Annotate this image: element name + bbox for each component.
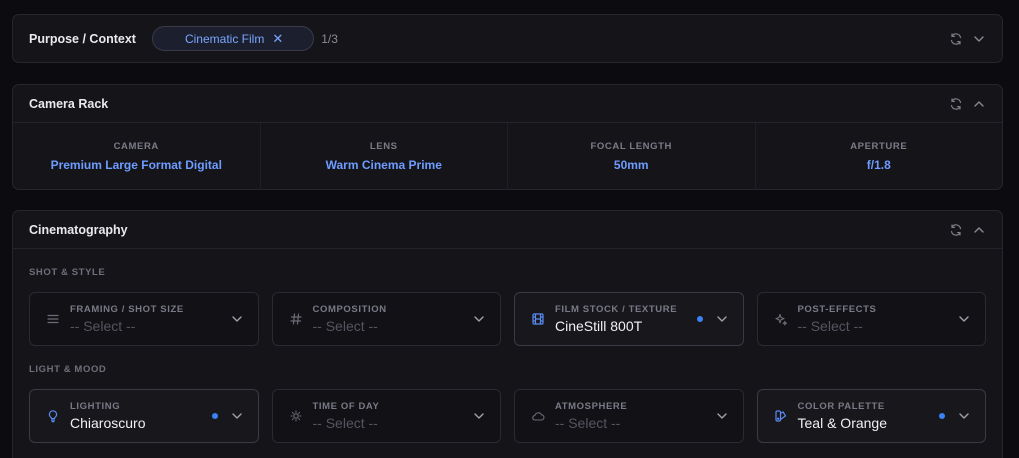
framing-select[interactable]: FRAMING / SHOT SIZE -- Select -- [29, 292, 259, 346]
chevron-down-icon [957, 312, 971, 326]
cinematography-header[interactable]: Cinematography [13, 211, 1002, 248]
chevron-down-icon [472, 409, 486, 423]
rack-cell-focal-length[interactable]: FOCAL LENGTH 50mm [508, 123, 756, 190]
post-effects-select[interactable]: POST-EFFECTS -- Select -- [756, 292, 986, 346]
select-label: FRAMING / SHOT SIZE [70, 304, 184, 315]
camera-rack-header[interactable]: Camera Rack [13, 85, 1002, 122]
rack-value: f/1.8 [866, 158, 891, 172]
sparkle-icon [774, 312, 788, 326]
chevron-down-icon [957, 409, 971, 423]
select-label: FILM STOCK / TEXTURE [555, 304, 678, 315]
select-value: -- Select -- [312, 318, 378, 334]
rack-cell-aperture[interactable]: APERTURE f/1.8 [756, 123, 1003, 190]
rack-label: APERTURE [850, 141, 908, 152]
select-label: TIME OF DAY [312, 401, 380, 412]
hash-icon [289, 312, 303, 326]
selected-indicator-dot [696, 316, 703, 322]
chevron-down-icon [230, 409, 244, 423]
shot-style-row: FRAMING / SHOT SIZE -- Select -- COMPOSI… [13, 292, 1002, 346]
camera-rack: CAMERA Premium Large Format Digital LENS… [13, 123, 1002, 190]
chevron-down-icon [715, 409, 729, 423]
section-label-shot-style: SHOT & STYLE [29, 267, 106, 278]
panel-title: Cinematography [29, 222, 128, 237]
time-of-day-select[interactable]: TIME OF DAY -- Select -- [271, 389, 501, 443]
select-value: -- Select -- [70, 318, 136, 334]
menu-lines-icon [46, 312, 60, 326]
panel-title: Purpose / Context [29, 31, 136, 46]
chevron-down-icon [715, 312, 729, 326]
purpose-chip[interactable]: Cinematic Film ✕ [151, 26, 315, 51]
chevron-down-icon [230, 312, 244, 326]
rack-value: 50mm [613, 158, 649, 172]
select-value: Chiaroscuro [70, 415, 146, 431]
rack-value: Warm Cinema Prime [325, 158, 442, 172]
select-label: ATMOSPHERE [555, 401, 628, 412]
chevron-up-icon[interactable] [972, 223, 986, 237]
composition-select[interactable]: COMPOSITION -- Select -- [271, 292, 501, 346]
rack-label: LENS [369, 141, 398, 152]
chevron-up-icon[interactable] [972, 97, 986, 111]
select-value: -- Select -- [797, 318, 863, 334]
chip-label: Cinematic Film [184, 31, 265, 46]
film-stock-select[interactable]: FILM STOCK / TEXTURE CineStill 800T [514, 292, 744, 346]
rack-cell-lens[interactable]: LENS Warm Cinema Prime [261, 123, 508, 190]
select-value: CineStill 800T [555, 318, 643, 334]
select-value: -- Select -- [555, 415, 621, 431]
palette-icon [774, 409, 788, 423]
rack-value: Premium Large Format Digital [50, 158, 222, 172]
sun-icon [289, 409, 303, 423]
purpose-context-header[interactable]: Purpose / Context Cinematic Film ✕ 1/3 [13, 15, 1002, 62]
film-icon [531, 312, 545, 326]
selected-indicator-dot [211, 413, 218, 419]
panel-title: Camera Rack [29, 96, 109, 111]
chevron-down-icon [472, 312, 486, 326]
camera-rack-panel: Camera Rack CAMERA Premium Large Format … [12, 84, 1003, 190]
refresh-icon[interactable] [949, 97, 963, 111]
chevron-down-icon[interactable] [972, 32, 986, 46]
section-label-light-mood: LIGHT & MOOD [29, 364, 107, 375]
color-palette-select[interactable]: COLOR PALETTE Teal & Orange [756, 389, 986, 443]
refresh-icon[interactable] [949, 32, 963, 46]
select-label: COMPOSITION [312, 304, 387, 315]
select-label: POST-EFFECTS [797, 304, 877, 315]
selected-indicator-dot [939, 413, 945, 419]
select-label: LIGHTING [70, 401, 121, 412]
atmosphere-select[interactable]: ATMOSPHERE -- Select -- [514, 389, 744, 443]
rack-label: FOCAL LENGTH [590, 141, 672, 152]
cloud-icon [531, 409, 545, 423]
close-icon[interactable]: ✕ [272, 32, 283, 45]
select-value: Teal & Orange [797, 415, 888, 431]
light-mood-row: LIGHTING Chiaroscuro TIME OF DAY -- Sele… [13, 389, 1002, 443]
refresh-icon[interactable] [949, 223, 963, 237]
lightbulb-icon [46, 409, 60, 423]
rack-cell-camera[interactable]: CAMERA Premium Large Format Digital [13, 123, 261, 190]
selection-count: 1/3 [321, 31, 338, 46]
purpose-context-panel: Purpose / Context Cinematic Film ✕ 1/3 [12, 14, 1003, 63]
select-value: -- Select -- [312, 415, 378, 431]
lighting-select[interactable]: LIGHTING Chiaroscuro [29, 389, 259, 443]
select-label: COLOR PALETTE [797, 401, 885, 412]
cinematography-panel: Cinematography SHOT & STYLE FRAMING / SH… [12, 210, 1003, 458]
rack-label: CAMERA [113, 141, 159, 152]
